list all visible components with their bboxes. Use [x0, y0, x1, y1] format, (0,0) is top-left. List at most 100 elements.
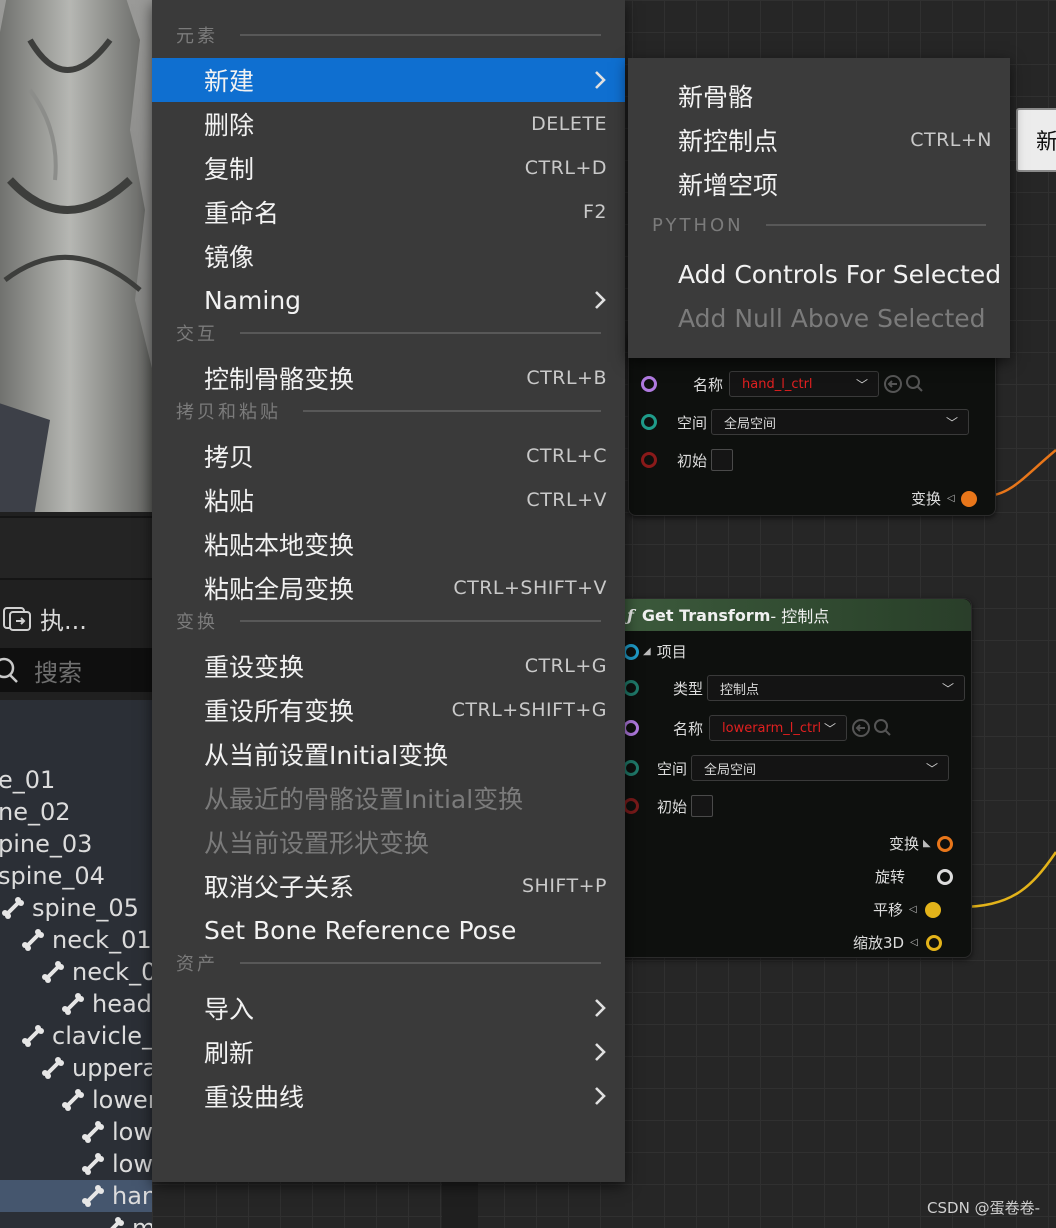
- tree-item[interactable]: spine_04: [0, 860, 105, 892]
- bone-icon: [22, 929, 44, 951]
- search-input[interactable]: 搜索: [0, 648, 152, 692]
- output-translation-row: 平移 ◁: [873, 899, 941, 920]
- output-scale-row: 缩放3D ◁: [853, 932, 942, 953]
- type-dropdown[interactable]: 控制点 ﹀: [707, 675, 966, 701]
- panel-divider: [442, 1180, 478, 1228]
- type-label: 类型: [673, 679, 704, 698]
- name-label: 名称: [693, 375, 724, 394]
- tree-item[interactable]: lowerarm_twist_02_l: [0, 1148, 152, 1180]
- tree-item-label: spine_04: [0, 862, 105, 890]
- type-pin[interactable]: [623, 680, 639, 696]
- tree-item-label: middle_metacarpal_l: [132, 1214, 152, 1228]
- chevron-right-icon: [595, 1043, 606, 1061]
- initial-checkbox[interactable]: [691, 795, 714, 817]
- menu-item[interactable]: 复制 CTRL+D: [152, 146, 625, 190]
- menu-item[interactable]: Set Bone Reference Pose: [152, 908, 625, 952]
- menu-item[interactable]: 重设变换 CTRL+G: [152, 644, 625, 688]
- menu-item[interactable]: 新建: [152, 58, 625, 102]
- tree-item[interactable]: upperarm_l: [0, 1052, 152, 1084]
- output-rotation-pin[interactable]: [937, 868, 954, 885]
- menu-item[interactable]: 重命名 F2: [152, 190, 625, 234]
- menu-item-shortcut: DELETE: [531, 113, 607, 135]
- output-translation-pin[interactable]: [924, 901, 941, 918]
- node-header[interactable]: ƒ Get Transform - 控制点: [617, 599, 971, 631]
- tree-item[interactable]: lowerarm_twist_01_l: [0, 1116, 152, 1148]
- item-pin[interactable]: [623, 643, 639, 660]
- python-section-header: PYTHON: [652, 214, 986, 236]
- menu-item-label: 控制骨骼变换: [204, 365, 355, 394]
- initial-pin[interactable]: [641, 452, 657, 468]
- new-button[interactable]: 新: [1016, 108, 1056, 172]
- menu-item[interactable]: 粘贴本地变换: [152, 522, 625, 566]
- tree-item-label: ne_02: [0, 798, 71, 826]
- tree-item-label: lowerarm_l: [92, 1086, 152, 1114]
- menu-item-shortcut: CTRL+SHIFT+V: [453, 577, 607, 599]
- submenu-item-shortcut: CTRL+N: [910, 129, 992, 151]
- section-divider: [240, 962, 601, 964]
- submenu-item[interactable]: 新增空项: [628, 162, 1010, 206]
- execute-icon: [3, 607, 31, 631]
- menu-item[interactable]: 重设所有变换 CTRL+SHIFT+G: [152, 688, 625, 732]
- execute-button[interactable]: 执...: [0, 594, 152, 642]
- tree-item[interactable]: middle_metacarpal_l: [0, 1212, 152, 1228]
- menu-item[interactable]: 重设曲线: [152, 1074, 625, 1118]
- tree-item[interactable]: neck_02: [0, 956, 152, 988]
- name-dropdown[interactable]: hand_l_ctrl ﹀: [729, 371, 880, 397]
- submenu-item-label: Add Controls For Selected: [678, 259, 1002, 289]
- space-dropdown[interactable]: 全局空间 ﹀: [711, 409, 970, 435]
- section-divider: [240, 620, 601, 622]
- space-dropdown[interactable]: 全局空间 ﹀: [691, 755, 950, 781]
- name-pin-row: 名称 hand_l_ctrl ﹀: [641, 371, 927, 397]
- collapse-arrow-icon[interactable]: ◢: [643, 646, 651, 657]
- menu-item[interactable]: 粘贴全局变换 CTRL+SHIFT+V: [152, 566, 625, 610]
- submenu-item-label: Add Null Above Selected: [678, 303, 986, 333]
- tree-item[interactable]: ne_02: [0, 796, 71, 828]
- menu-item[interactable]: 控制骨骼变换 CTRL+B: [152, 356, 625, 400]
- menu-item[interactable]: 取消父子关系 SHIFT+P: [152, 864, 625, 908]
- menu-item-label: 粘贴本地变换: [204, 531, 355, 560]
- get-transform-node[interactable]: ƒ Get Transform - 控制点 ◢ 项目 类型 控制点 ﹀ 名称 lo…: [616, 598, 972, 958]
- tree-item[interactable]: neck_01: [0, 924, 152, 956]
- space-pin[interactable]: [641, 414, 657, 430]
- menu-item[interactable]: 从当前设置Initial变换: [152, 732, 625, 776]
- submenu-item[interactable]: 新控制点 CTRL+N: [628, 118, 1010, 162]
- menu-item[interactable]: 刷新: [152, 1030, 625, 1074]
- section-divider: [240, 34, 601, 36]
- menu-item[interactable]: 拷贝 CTRL+C: [152, 434, 625, 478]
- tree-item[interactable]: head: [0, 988, 152, 1020]
- tree-item[interactable]: spine_05: [0, 892, 139, 924]
- output-transform-pin[interactable]: [936, 835, 953, 852]
- menu-item[interactable]: 镜像: [152, 234, 625, 278]
- name-dropdown[interactable]: lowerarm_l_ctrl ﹀: [709, 715, 848, 741]
- transform-output-pin[interactable]: [960, 490, 977, 507]
- tree-item[interactable]: e_01: [0, 764, 55, 796]
- space-pin-row: 空间 全局空间 ﹀: [641, 409, 970, 435]
- tree-item[interactable]: lowerarm_l: [0, 1084, 152, 1116]
- menu-item[interactable]: Naming: [152, 278, 625, 322]
- menu-item-label: 复制: [204, 155, 255, 184]
- menu-item-label: 重设变换: [204, 653, 305, 682]
- tree-item[interactable]: hand_l: [0, 1180, 152, 1212]
- menu-item[interactable]: 删除 DELETE: [152, 102, 625, 146]
- space-pin[interactable]: [623, 760, 639, 776]
- browse-icon[interactable]: [883, 373, 927, 395]
- menu-item[interactable]: 粘贴 CTRL+V: [152, 478, 625, 522]
- name-pin[interactable]: [623, 720, 639, 736]
- browse-icon[interactable]: [851, 717, 895, 739]
- tree-item-label: upperarm_l: [72, 1054, 152, 1082]
- python-submenu-item: Add Null Above Selected: [628, 296, 1010, 340]
- viewport[interactable]: [0, 0, 152, 512]
- output-scale-pin[interactable]: [925, 934, 942, 951]
- bone-icon: [82, 1121, 104, 1143]
- tree-item[interactable]: clavicle_l: [0, 1020, 152, 1052]
- initial-checkbox[interactable]: [711, 449, 734, 471]
- tree-item[interactable]: pine_03: [0, 828, 92, 860]
- initial-pin[interactable]: [623, 798, 639, 814]
- submenu-item[interactable]: 新骨骼: [628, 74, 1010, 118]
- name-pin[interactable]: [641, 376, 657, 392]
- menu-item[interactable]: 导入: [152, 986, 625, 1030]
- tree-item-label: pine_03: [0, 830, 93, 858]
- menu-item-label: 重命名: [204, 199, 280, 228]
- python-submenu-item[interactable]: Add Controls For Selected: [628, 252, 1010, 296]
- menu-item-shortcut: CTRL+SHIFT+G: [451, 699, 607, 721]
